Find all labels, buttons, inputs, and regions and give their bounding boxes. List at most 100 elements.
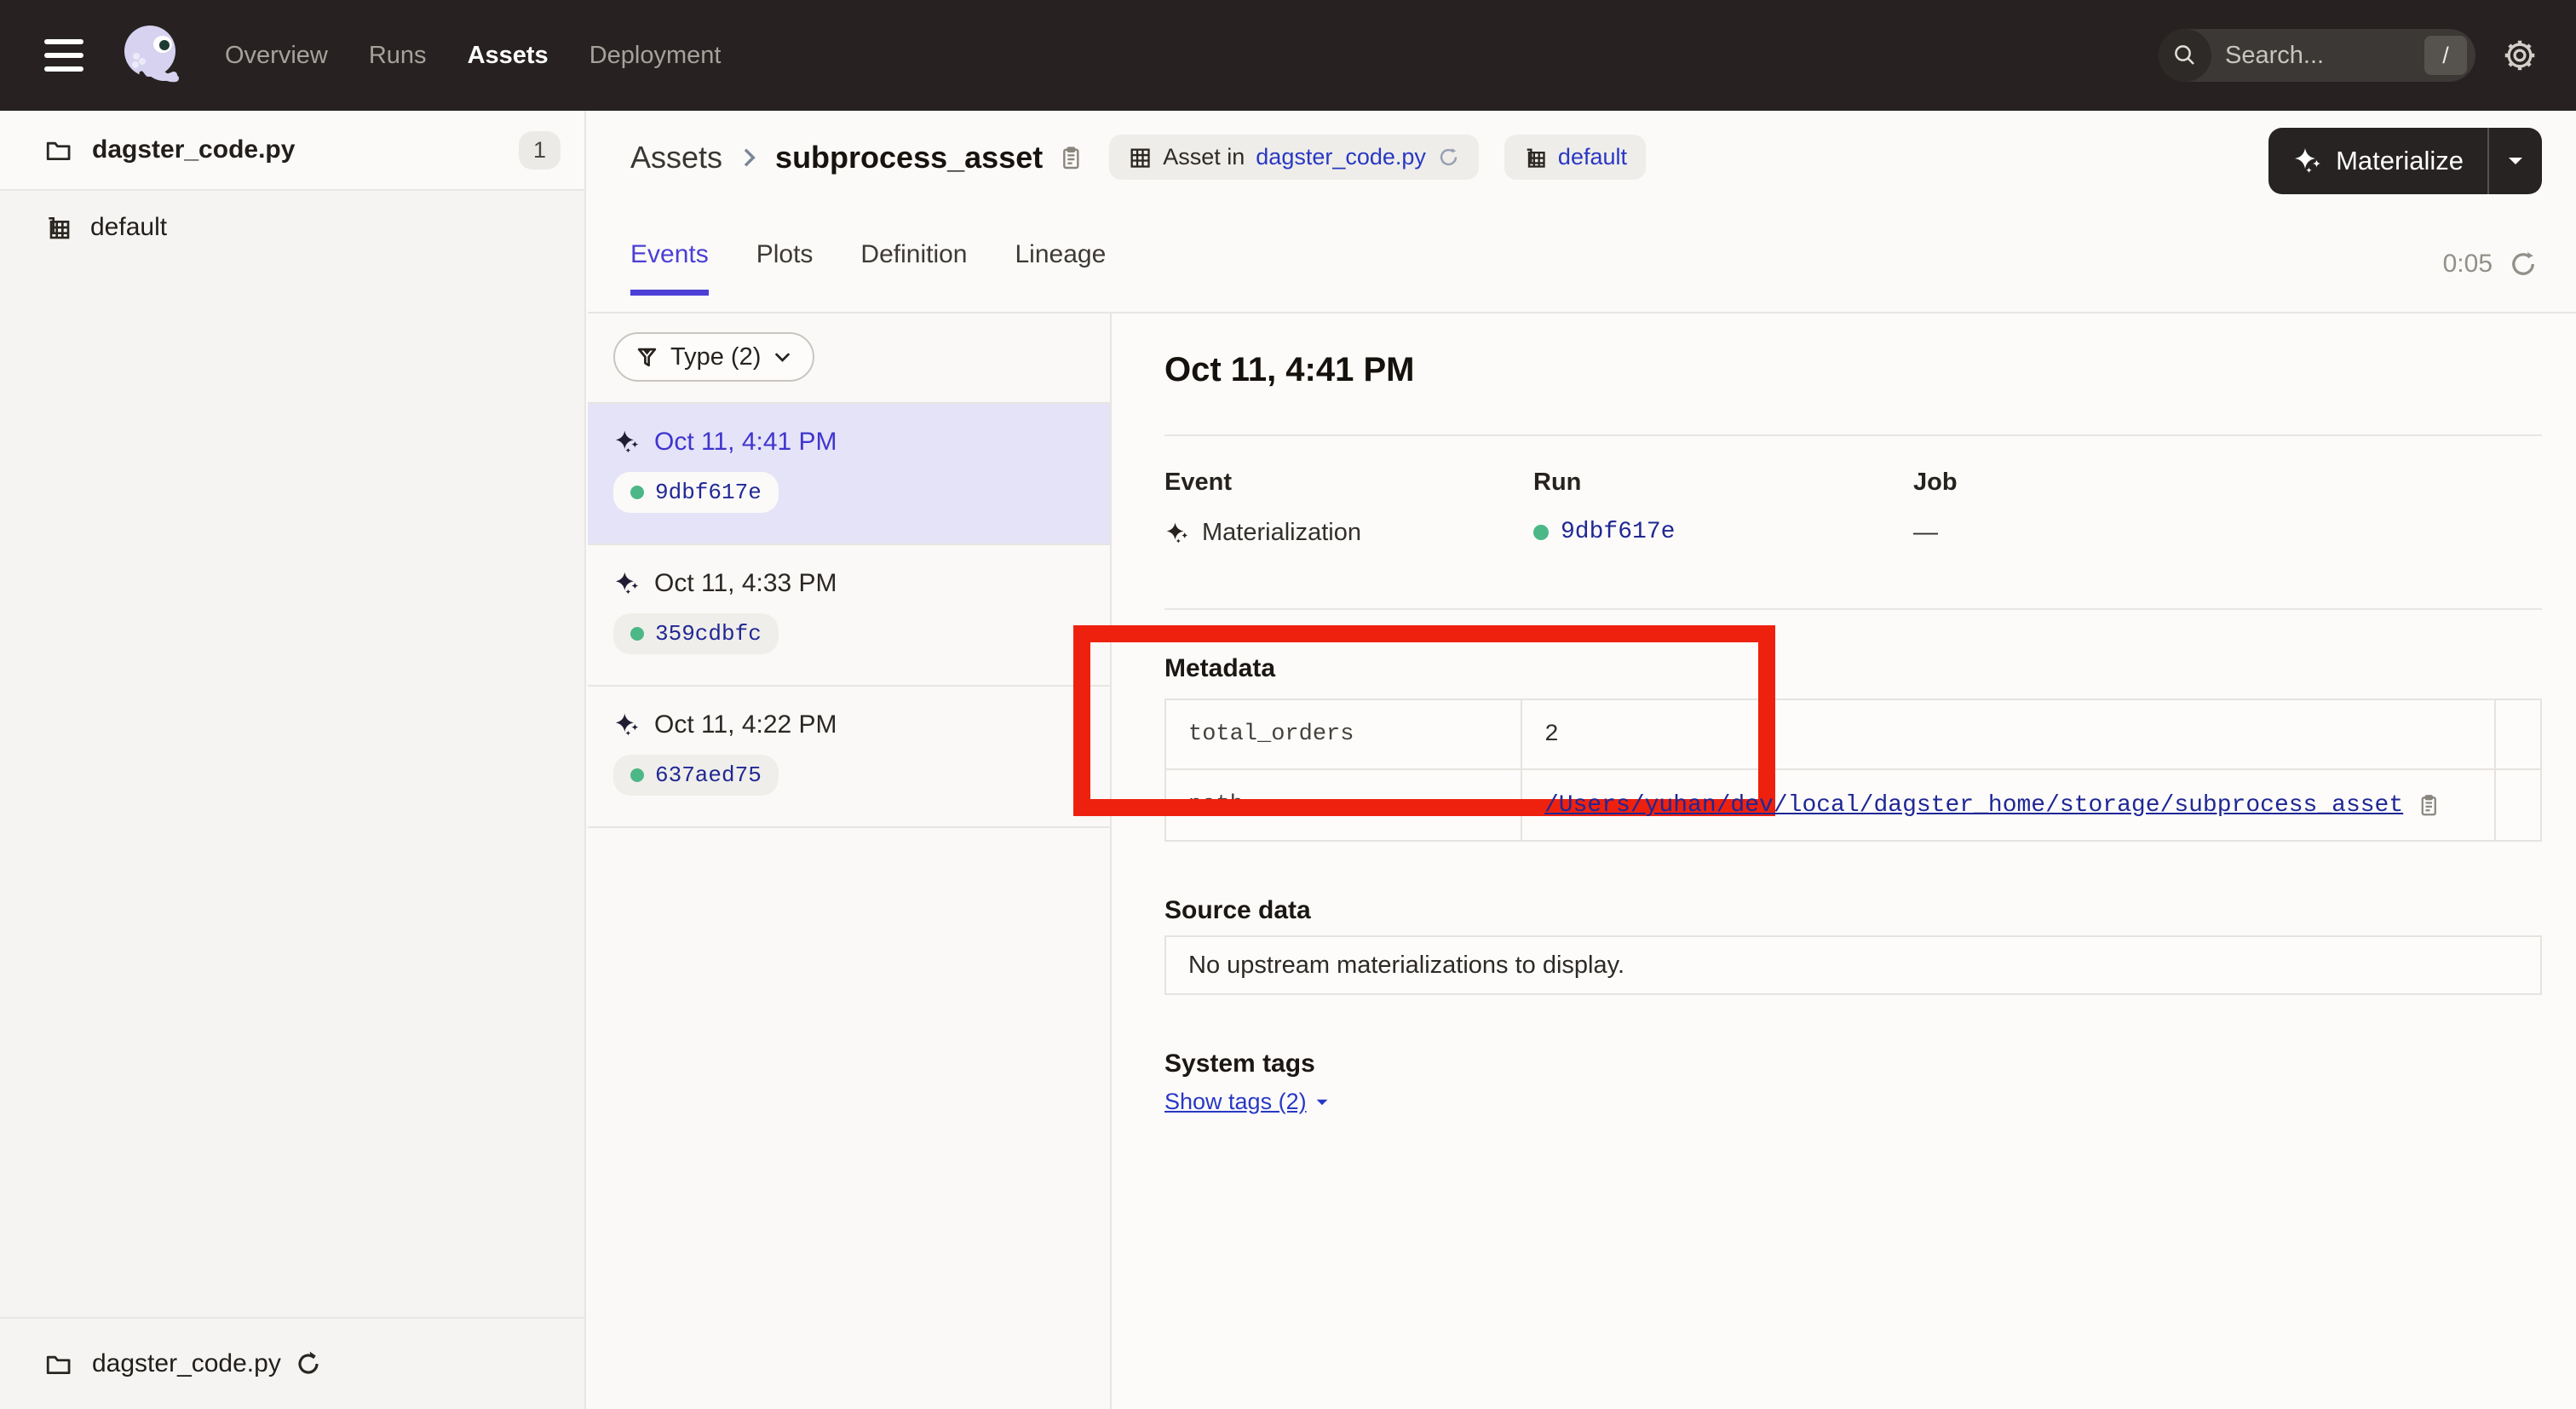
run-id-link[interactable]: 9dbf617e [1561, 519, 1675, 545]
event-timestamp: Oct 11, 4:41 PM [654, 428, 837, 457]
event-rows: Oct 11, 4:41 PM 9dbf617e Oct [588, 402, 1110, 828]
tag-group-link[interactable]: default [1558, 144, 1627, 170]
event-detail-panel: Oct 11, 4:41 PM Event Materialization [1113, 313, 2576, 1409]
breadcrumb: Assets subprocess_asset Asset in dagster… [630, 135, 1646, 180]
top-nav: Overview Runs Assets Deployment Search..… [0, 0, 2576, 111]
refresh-icon[interactable] [2508, 249, 2539, 279]
run-id-link[interactable]: 637aed75 [655, 762, 762, 788]
metadata-value: 2 [1522, 700, 2496, 770]
sidebar-code-file-label: dagster_code.py [92, 135, 295, 164]
path-link[interactable]: /Users/yuhan/dev/local/dagster_home/stor… [1544, 792, 2403, 819]
search-input[interactable]: Search... / [2159, 29, 2475, 82]
asset-group-tag[interactable]: default [1504, 135, 1646, 180]
source-data-empty-box: No upstream materializations to display. [1164, 935, 2542, 995]
caret-down-icon [1315, 1097, 1329, 1107]
refresh-countdown: 0:05 [2443, 250, 2493, 279]
metadata-empty-cell [2496, 700, 2540, 770]
event-list-item[interactable]: Oct 11, 4:41 PM 9dbf617e [588, 404, 1110, 545]
sidebar-footer-label: dagster_code.py [92, 1349, 281, 1378]
search-icon [2159, 29, 2211, 82]
run-status-dot [630, 486, 644, 499]
event-type-filter-button[interactable]: Type (2) [613, 332, 814, 382]
divider [1164, 608, 2542, 610]
run-badge[interactable]: 637aed75 [613, 755, 779, 796]
sparkle-icon [2292, 146, 2323, 176]
materialize-button[interactable]: Materialize [2268, 128, 2487, 194]
materialize-label: Materialize [2336, 146, 2464, 176]
metadata-key: path [1166, 770, 1522, 840]
metadata-key: total_orders [1166, 700, 1522, 770]
search-placeholder: Search... [2225, 42, 2424, 70]
event-detail-heading: Oct 11, 4:41 PM [1164, 351, 1414, 389]
tab-events[interactable]: Events [630, 240, 709, 296]
materialize-dropdown-button[interactable] [2489, 128, 2542, 194]
run-column-label: Run [1533, 469, 1913, 497]
asset-group-grid-icon [44, 214, 72, 241]
nav-links: Overview Runs Assets Deployment [225, 42, 721, 70]
folder-icon [44, 1349, 73, 1378]
refresh-timer: 0:05 [2443, 249, 2539, 279]
breadcrumb-assets-link[interactable]: Assets [630, 140, 722, 175]
hamburger-menu-icon[interactable] [44, 39, 83, 72]
copy-path-icon[interactable] [2415, 792, 2441, 818]
event-list-item[interactable]: Oct 11, 4:22 PM 637aed75 [588, 687, 1110, 828]
nav-item-deployment[interactable]: Deployment [589, 42, 722, 70]
asset-definition-tag[interactable]: Asset in dagster_code.py [1109, 135, 1479, 180]
metadata-empty-cell [2496, 770, 2540, 840]
main-content: Assets subprocess_asset Asset in dagster… [588, 111, 2576, 1409]
run-id-link[interactable]: 359cdbfc [655, 621, 762, 647]
run-id-link[interactable]: 9dbf617e [655, 480, 762, 505]
run-status-dot [630, 768, 644, 782]
divider [1164, 434, 2542, 436]
materialization-sparkle-icon [613, 570, 641, 597]
folder-icon [44, 135, 73, 164]
nav-item-overview[interactable]: Overview [225, 42, 328, 70]
metadata-value: /Users/yuhan/dev/local/dagster_home/stor… [1522, 770, 2496, 840]
event-list-item[interactable]: Oct 11, 4:33 PM 359cdbfc [588, 545, 1110, 687]
sidebar-group-label: default [90, 213, 167, 242]
nav-item-runs[interactable]: Runs [369, 42, 427, 70]
tab-definition[interactable]: Definition [860, 240, 967, 296]
materialization-sparkle-icon [613, 428, 641, 456]
run-badge[interactable]: 359cdbfc [613, 613, 779, 654]
tab-lineage[interactable]: Lineage [1015, 240, 1107, 296]
settings-gear-icon[interactable] [2501, 37, 2539, 74]
filter-funnel-icon [635, 346, 658, 369]
run-status-dot [1533, 525, 1549, 540]
sidebar-item-default-group[interactable]: default [0, 213, 584, 242]
reload-icon[interactable] [1437, 146, 1460, 169]
caret-down-icon [2507, 155, 2524, 167]
event-column-label: Event [1164, 469, 1533, 497]
job-column-label: Job [1913, 469, 2542, 497]
asset-tabs: Events Plots Definition Lineage [630, 240, 1106, 296]
event-timestamp: Oct 11, 4:22 PM [654, 710, 837, 739]
asset-name-title: subprocess_asset [775, 140, 1043, 175]
chevron-down-icon [773, 348, 792, 367]
nav-item-assets[interactable]: Assets [468, 42, 549, 70]
dagster-asset-page: Overview Runs Assets Deployment Search..… [0, 0, 2576, 1409]
asset-sidebar: dagster_code.py 1 default dagster_code.p… [0, 111, 586, 1409]
filter-label: Type (2) [670, 343, 761, 371]
asset-count-badge: 1 [519, 131, 561, 170]
chevron-right-icon [738, 144, 760, 171]
source-data-empty-message: No upstream materializations to display. [1188, 952, 1624, 980]
show-tags-toggle[interactable]: Show tags (2) [1164, 1089, 1329, 1115]
tag-code-location-link[interactable]: dagster_code.py [1256, 144, 1426, 170]
reload-icon[interactable] [295, 1350, 322, 1377]
materialize-split-button: Materialize [2268, 128, 2542, 194]
source-data-section-title: Source data [1164, 896, 1311, 925]
run-status-dot [630, 627, 644, 641]
sidebar-item-code-location[interactable]: dagster_code.py 1 [0, 111, 584, 191]
dagster-logo-icon[interactable] [116, 20, 186, 90]
metadata-section-title: Metadata [1164, 654, 1275, 683]
metadata-table: total_orders 2 path /Users/yuhan/dev/loc… [1164, 699, 2542, 842]
materialization-sparkle-icon [613, 711, 641, 739]
job-value: — [1913, 519, 1938, 547]
copy-asset-name-icon[interactable] [1056, 144, 1084, 171]
search-shortcut-badge: / [2424, 36, 2467, 75]
run-badge[interactable]: 9dbf617e [613, 472, 779, 513]
event-list-panel: Type (2) Oct 11, 4:41 PM [588, 313, 1112, 1409]
tab-plots[interactable]: Plots [756, 240, 814, 296]
code-location-grid-icon [1128, 146, 1152, 170]
sidebar-footer-code-location[interactable]: dagster_code.py [0, 1317, 584, 1409]
